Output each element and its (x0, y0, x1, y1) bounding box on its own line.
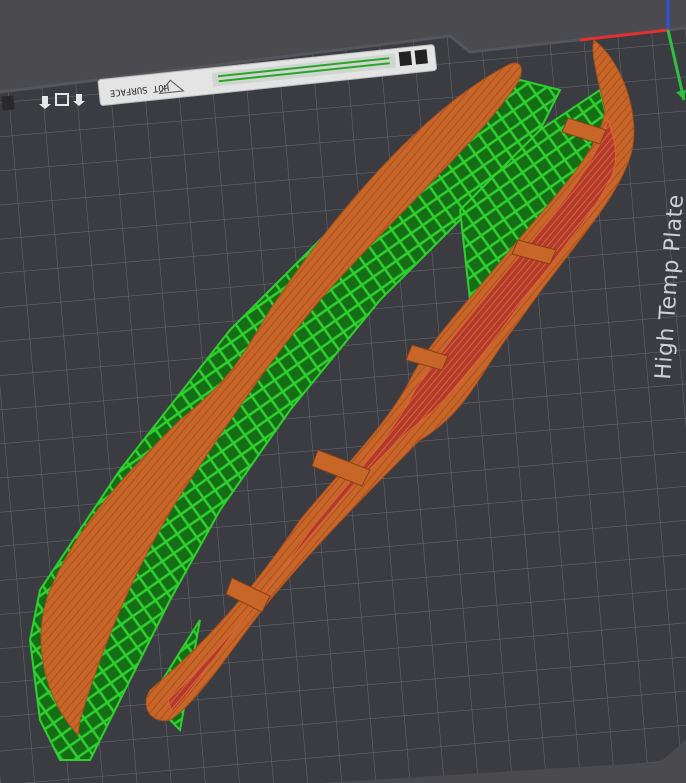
3d-viewport[interactable]: HOT SURFACE High Temp Plate (0, 0, 686, 783)
print-preview-scene[interactable]: HOT SURFACE High Temp Plate (0, 0, 686, 783)
